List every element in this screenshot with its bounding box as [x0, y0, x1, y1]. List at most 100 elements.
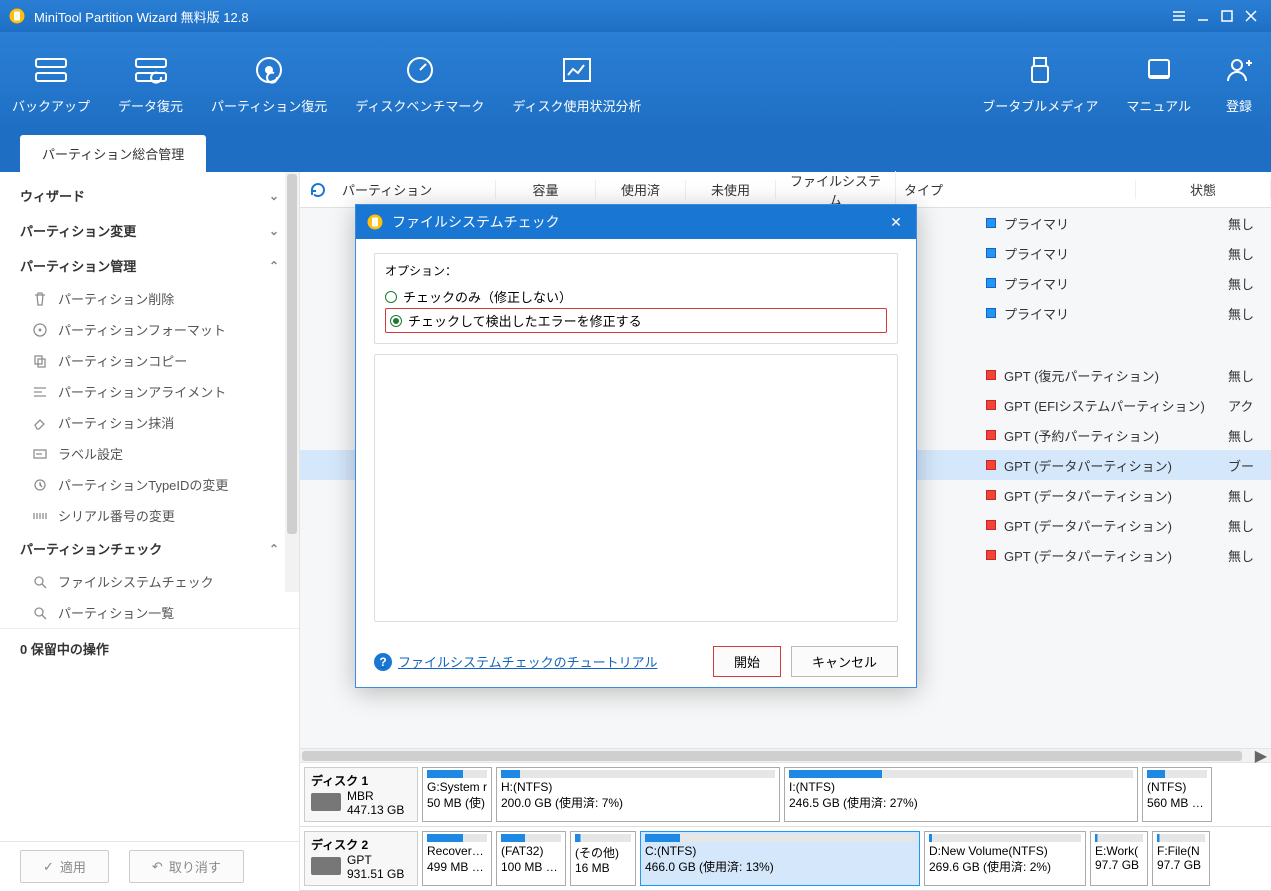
- minimize-icon[interactable]: [1191, 4, 1215, 28]
- tutorial-link[interactable]: ? ファイルシステムチェックのチュートリアル: [374, 652, 657, 671]
- tab-partition-manage[interactable]: パーティション総合管理: [20, 135, 206, 172]
- toolbar-manual[interactable]: マニュアル: [1126, 50, 1191, 115]
- sidebar-item-explorer[interactable]: パーティション一覧: [0, 597, 299, 628]
- disk-partition[interactable]: F:File(N97.7 GB: [1152, 831, 1210, 886]
- sidebar-item-label: ラベル設定: [58, 444, 123, 463]
- close-icon[interactable]: [1239, 4, 1263, 28]
- output-area: [374, 354, 898, 622]
- toolbar-label: バックアップ: [12, 96, 90, 115]
- toolbar-partition-recovery[interactable]: パーティション復元: [211, 50, 327, 115]
- sidebar-item-serial[interactable]: シリアル番号の変更: [0, 500, 299, 531]
- disk-label[interactable]: ディスク 2GPT931.51 GB: [304, 831, 418, 886]
- chevron-up-icon: ⌃: [269, 542, 279, 556]
- col-capacity[interactable]: 容量: [496, 180, 596, 199]
- sidebar-item-wipe[interactable]: パーティション抹消: [0, 407, 299, 438]
- disk-partition[interactable]: G:System r50 MB (使): [422, 767, 492, 822]
- disk-label[interactable]: ディスク 1MBR447.13 GB: [304, 767, 418, 822]
- disk-partition[interactable]: (FAT32)100 MB (使: [496, 831, 566, 886]
- disk-row: ディスク 2GPT931.51 GBRecovery(N499 MB (使(FA…: [300, 827, 1271, 891]
- sidebar-item-label: パーティション抹消: [58, 413, 174, 432]
- disk-partition[interactable]: (その他)16 MB: [570, 831, 636, 886]
- serial-icon: [30, 508, 50, 524]
- dialog-close-icon[interactable]: ✕: [886, 214, 906, 231]
- radio-icon: [385, 291, 397, 303]
- toolbar-label: ディスクベンチマーク: [355, 96, 484, 115]
- backup-icon: [31, 50, 71, 90]
- dialog-footer: ? ファイルシステムチェックのチュートリアル 開始 キャンセル: [356, 636, 916, 687]
- toolbar-register[interactable]: 登録: [1219, 50, 1259, 115]
- chevron-up-icon: ⌃: [269, 259, 279, 273]
- refresh-icon[interactable]: [300, 181, 336, 199]
- sidebar-item-typeid[interactable]: パーティションTypeIDの変更: [0, 469, 299, 500]
- radio-icon: [390, 315, 402, 327]
- sidebar-group-label: パーティション変更: [20, 221, 136, 240]
- color-square-icon: [986, 400, 996, 410]
- disk-partition[interactable]: D:New Volume(NTFS)269.6 GB (使用済: 2%): [924, 831, 1086, 886]
- start-button[interactable]: 開始: [713, 646, 781, 677]
- toolbar-disk-usage[interactable]: ディスク使用状況分析: [512, 50, 641, 115]
- sidebar-partition-check[interactable]: パーティションチェック ⌃: [0, 531, 299, 566]
- sidebar-item-label: パーティションアライメント: [58, 382, 226, 401]
- partition-recovery-icon: [249, 50, 289, 90]
- color-square-icon: [986, 490, 996, 500]
- tutorial-label: ファイルシステムチェックのチュートリアル: [398, 652, 657, 671]
- col-partition[interactable]: パーティション: [336, 180, 496, 199]
- sidebar-item-format[interactable]: パーティションフォーマット: [0, 314, 299, 345]
- sidebar-scrollbar[interactable]: [285, 172, 299, 592]
- col-status[interactable]: 状態: [1136, 180, 1271, 199]
- undo-button[interactable]: ↶取り消す: [129, 850, 244, 883]
- sidebar-item-label: パーティション削除: [58, 289, 174, 308]
- sidebar-partition-change[interactable]: パーティション変更 ⌄: [0, 213, 299, 248]
- sidebar-item-align[interactable]: パーティションアライメント: [0, 376, 299, 407]
- menu-icon[interactable]: [1167, 4, 1191, 28]
- disk-partition[interactable]: H:(NTFS)200.0 GB (使用済: 7%): [496, 767, 780, 822]
- disk-partition[interactable]: (NTFS)560 MB (使: [1142, 767, 1212, 822]
- disk-partition[interactable]: C:(NTFS)466.0 GB (使用済: 13%): [640, 831, 920, 886]
- col-type[interactable]: タイプ: [896, 180, 1136, 199]
- sidebar-item-copy[interactable]: パーティションコピー: [0, 345, 299, 376]
- sidebar-item-delete[interactable]: パーティション削除: [0, 283, 299, 314]
- toolbar-data-recovery[interactable]: データ復元: [118, 50, 183, 115]
- color-square-icon: [986, 278, 996, 288]
- disk-icon: [311, 793, 341, 811]
- toolbar-benchmark[interactable]: ディスクベンチマーク: [355, 50, 484, 115]
- toolbar-backup[interactable]: バックアップ: [12, 50, 90, 115]
- usb-icon: [1020, 50, 1060, 90]
- options-legend: オプション：: [385, 262, 887, 279]
- color-square-icon: [986, 460, 996, 470]
- col-fs[interactable]: ファイルシステム: [776, 171, 896, 209]
- eraser-icon: [30, 415, 50, 431]
- sidebar-wizard[interactable]: ウィザード ⌄: [0, 178, 299, 213]
- sidebar-item-fs-check[interactable]: ファイルシステムチェック: [0, 566, 299, 597]
- color-square-icon: [986, 308, 996, 318]
- sidebar-item-label: パーティションコピー: [58, 351, 187, 370]
- maximize-icon[interactable]: [1215, 4, 1239, 28]
- main-toolbar: バックアップ データ復元 パーティション復元 ディスクベンチマーク ディスク使用…: [0, 32, 1271, 132]
- app-title: MiniTool Partition Wizard 無料版 12.8: [34, 7, 249, 26]
- col-used[interactable]: 使用済: [596, 180, 686, 199]
- col-unused[interactable]: 未使用: [686, 180, 776, 199]
- radio-check-fix[interactable]: チェックして検出したエラーを修正する: [385, 308, 887, 333]
- disk-usage-icon: [557, 50, 597, 90]
- content-scrollbar[interactable]: ▶: [300, 748, 1271, 762]
- disk-partition[interactable]: Recovery(N499 MB (使: [422, 831, 492, 886]
- color-square-icon: [986, 550, 996, 560]
- apply-button[interactable]: ✓適用: [20, 850, 109, 883]
- cancel-button[interactable]: キャンセル: [791, 646, 898, 677]
- app-logo-icon: [8, 7, 26, 25]
- color-square-icon: [986, 520, 996, 530]
- label-icon: [30, 446, 50, 462]
- sidebar-item-label-set[interactable]: ラベル設定: [0, 438, 299, 469]
- toolbar-bootable-media[interactable]: ブータブルメディア: [982, 50, 1098, 115]
- list-icon: [30, 605, 50, 621]
- toolbar-label: ディスク使用状況分析: [512, 96, 641, 115]
- disk-partition[interactable]: E:Work(97.7 GB: [1090, 831, 1148, 886]
- sidebar-partition-manage[interactable]: パーティション管理 ⌃: [0, 248, 299, 283]
- book-icon: [1139, 50, 1179, 90]
- sidebar-item-label: パーティションフォーマット: [58, 320, 226, 339]
- dialog-title: ファイルシステムチェック: [392, 212, 560, 232]
- disk-partition[interactable]: I:(NTFS)246.5 GB (使用済: 27%): [784, 767, 1138, 822]
- radio-check-only[interactable]: チェックのみ（修正しない）: [385, 285, 887, 308]
- sidebar-group-label: パーティション管理: [20, 256, 136, 275]
- sidebar-item-label: パーティションTypeIDの変更: [58, 475, 228, 494]
